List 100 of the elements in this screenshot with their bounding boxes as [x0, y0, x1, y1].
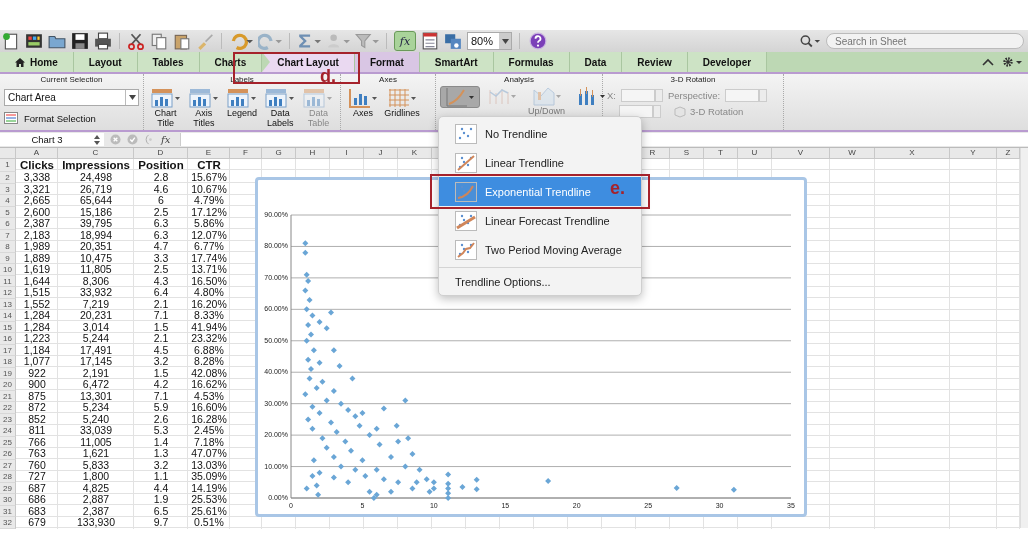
table-cell: 811 — [28, 424, 46, 436]
table-cell: 1,223 — [23, 332, 51, 344]
table-cell: 16.28% — [191, 412, 227, 425]
table-cell: 25.61% — [191, 504, 227, 517]
table-cell: 727 — [28, 470, 46, 482]
table-cell: 8.33% — [194, 309, 224, 321]
table-cell: 3.2 — [153, 355, 169, 367]
table-cell: 4.4 — [153, 481, 169, 494]
table-cell: 2.5 — [153, 205, 169, 218]
table-cell: 16.20% — [191, 297, 227, 310]
group-title: 3-D Rotation — [669, 75, 717, 85]
table-cell: 1,800 — [82, 470, 110, 482]
table-cell: 3.3 — [153, 251, 169, 264]
table-cell: 5.86% — [194, 217, 224, 229]
table-cell: 5,833 — [82, 458, 110, 471]
table-cell: 2.1 — [153, 297, 169, 310]
annotation-label: e. — [610, 180, 625, 196]
table-cell: 20,351 — [79, 240, 113, 252]
table-cell: 41.94% — [191, 320, 227, 333]
table-cell: 17,145 — [79, 355, 113, 367]
table-cell: 8,306 — [82, 274, 110, 287]
table-cell: 47.07% — [191, 447, 227, 459]
table-cell: 17.12% — [191, 205, 227, 218]
table-cell: 2.8 — [153, 171, 169, 183]
table-cell: 2,191 — [82, 366, 110, 379]
table-cell: 1,889 — [23, 251, 51, 264]
table-cell: 3,321 — [23, 182, 51, 195]
table-cell: 11,005 — [80, 435, 112, 448]
table-cell: 23.32% — [191, 332, 227, 344]
table-cell: 1,515 — [23, 286, 51, 298]
column-heading-cell: CTR — [197, 159, 221, 171]
table-cell: 4.3 — [153, 274, 169, 287]
table-cell: 15.67% — [191, 171, 227, 183]
table-cell: 6.5 — [153, 504, 169, 517]
table-cell: 11,805 — [80, 263, 112, 275]
table-cell: 16.62% — [191, 378, 227, 390]
table-cell: 922 — [28, 366, 46, 379]
column-heading-cell: Clicks — [20, 159, 54, 171]
table-cell: 4.2 — [153, 378, 169, 390]
table-cell: 5.3 — [153, 424, 169, 436]
table-cell: 7,219 — [82, 297, 110, 310]
group-title: Current Selection — [39, 75, 104, 85]
table-cell: 1.1 — [153, 470, 169, 482]
table-cell: 1,619 — [23, 263, 51, 275]
table-cell: 25.53% — [191, 493, 227, 505]
table-cell: 852 — [28, 412, 46, 425]
table-cell: 1,077 — [23, 355, 51, 367]
table-cell: 3,014 — [82, 320, 110, 333]
column-heading-cell: Position — [138, 159, 184, 171]
table-cell: 3,338 — [23, 171, 51, 183]
table-cell: 5,234 — [82, 401, 110, 413]
table-cell: 6.88% — [194, 343, 224, 356]
table-cell: 875 — [28, 389, 46, 402]
table-cell: 33,932 — [79, 286, 113, 298]
table-cell: 13,301 — [79, 389, 113, 402]
table-cell: 16.60% — [191, 401, 227, 413]
table-cell: 14.19% — [191, 481, 227, 494]
table-cell: 42.08% — [191, 366, 227, 379]
table-cell: 2,887 — [82, 493, 110, 505]
table-cell: 2.5 — [153, 263, 169, 275]
table-cell: 7.1 — [153, 389, 169, 402]
perspective-label: Perspective: — [668, 90, 721, 101]
table-cell: 13.03% — [191, 458, 227, 471]
table-cell: 20,231 — [79, 309, 113, 321]
table-cell: 5.9 — [153, 401, 169, 413]
table-cell: 6.3 — [153, 228, 169, 241]
group-title: Analysis — [503, 75, 535, 85]
table-cell: 2.1 — [153, 332, 169, 344]
table-cell: 2,387 — [82, 504, 110, 517]
table-cell: 24,498 — [79, 171, 113, 183]
table-cell: 6.3 — [153, 217, 169, 229]
table-cell: 6.4 — [153, 286, 169, 298]
table-cell: 7.18% — [194, 435, 224, 448]
table-cell: 18,994 — [79, 228, 113, 241]
table-cell: 1,621 — [82, 447, 110, 459]
table-cell: 12.07% — [191, 228, 227, 241]
table-cell: 10.67% — [191, 182, 227, 195]
table-cell: 6.77% — [194, 240, 224, 252]
table-cell: 1,644 — [23, 274, 51, 287]
table-cell: 2.6 — [153, 412, 169, 425]
table-cell: 6,472 — [82, 378, 110, 390]
table-cell: 4.7 — [153, 240, 169, 252]
table-cell: 1,284 — [23, 309, 51, 321]
table-cell: 2,387 — [23, 217, 51, 229]
table-cell: 2,183 — [23, 228, 51, 241]
table-cell: 17.74% — [191, 251, 227, 264]
table-cell: 763 — [28, 447, 46, 459]
table-cell: 133,930 — [77, 516, 115, 528]
table-cell: 10,475 — [79, 251, 113, 264]
table-cell: 9.7 — [153, 516, 169, 528]
table-cell: 4.80% — [194, 286, 224, 298]
table-cell: 1.9 — [153, 493, 169, 505]
table-cell: 26,719 — [79, 182, 113, 195]
table-cell: 1,989 — [23, 240, 51, 252]
table-cell: 5,244 — [82, 332, 110, 344]
table-cell: 760 — [28, 458, 46, 471]
table-cell: 0.51% — [194, 516, 224, 528]
table-cell: 6 — [158, 194, 164, 206]
table-cell: 4.6 — [153, 182, 169, 195]
table-cell: 3.2 — [153, 458, 169, 471]
